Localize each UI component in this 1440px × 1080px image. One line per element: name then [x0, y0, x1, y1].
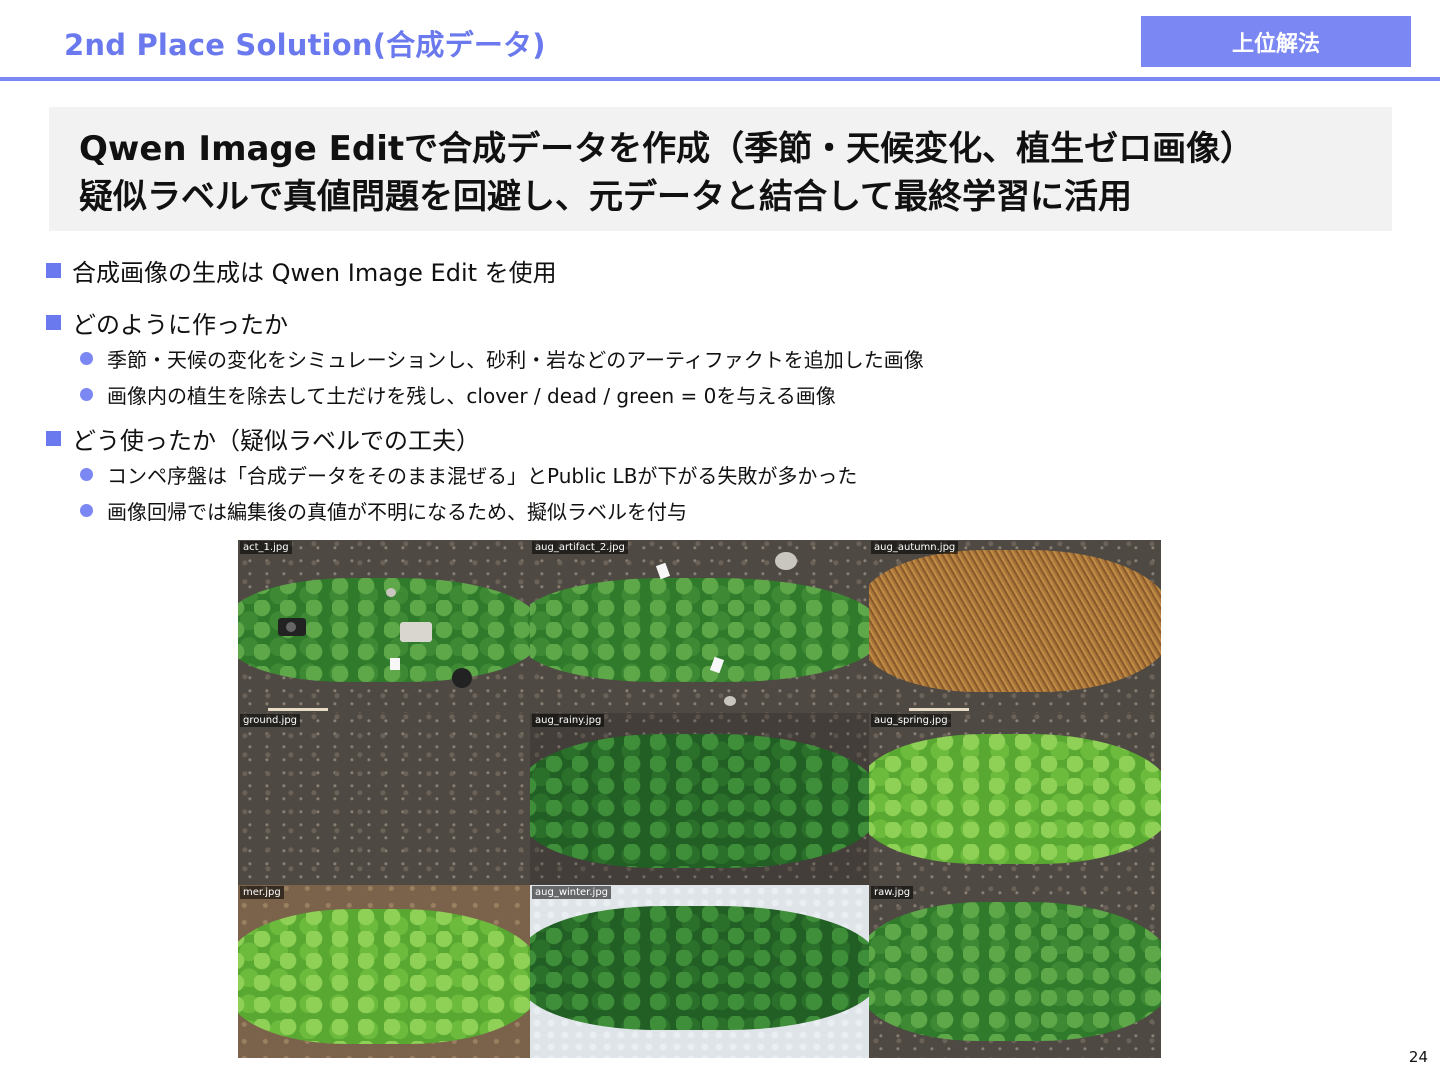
- image-tile-artifact-2: aug_artifact_2.jpg: [530, 540, 869, 713]
- sub-bullet-season-weather: 季節・天候の変化をシミュレーションし、砂利・岩などのアーティファクトを追加した画…: [46, 340, 1246, 376]
- augmented-image-grid: act_1.jpg aug_artifact_2.jpg aug_autumn.…: [238, 540, 1161, 1058]
- circle-bullet-icon: [80, 467, 93, 481]
- sub-bullet-early-failure: コンペ序盤は「合成データをそのまま混ぜる」とPublic LBが下がる失敗が多か…: [46, 456, 1246, 492]
- sub-bullet-text: 画像内の植生を除去して土だけを残し、clover / dead / green …: [107, 383, 836, 408]
- header-divider: [0, 77, 1440, 81]
- image-filename-label: ground.jpg: [240, 714, 301, 727]
- image-filename-label: aug_rainy.jpg: [532, 714, 605, 727]
- image-filename-label: act_1.jpg: [240, 541, 292, 554]
- image-tile-winter: aug_winter.jpg: [530, 885, 869, 1058]
- sub-bullet-text: コンペ序盤は「合成データをそのまま混ぜる」とPublic LBが下がる失敗が多か…: [107, 463, 858, 488]
- circle-bullet-icon: [80, 351, 93, 365]
- stone-object: [724, 696, 736, 706]
- sub-bullet-vegetation-removal: 画像内の植生を除去して土だけを残し、clover / dead / green …: [46, 376, 1246, 412]
- bullet-text: どう使ったか（疑似ラベルでの工夫）: [72, 426, 480, 455]
- summary-box: Qwen Image Editで合成データを作成（季節・天候変化、植生ゼロ画像）…: [49, 107, 1392, 231]
- square-bullet-icon: [46, 262, 61, 278]
- square-bullet-icon: [46, 430, 61, 446]
- image-tile-raw: raw.jpg: [869, 885, 1161, 1058]
- bullet-generation: 合成画像の生成は Qwen Image Edit を使用: [46, 252, 1246, 288]
- sub-bullet-text: 季節・天候の変化をシミュレーションし、砂利・岩などのアーティファクトを追加した画…: [107, 347, 924, 372]
- circle-bullet-icon: [80, 503, 93, 517]
- stone-object: [775, 552, 797, 570]
- image-filename-label: raw.jpg: [871, 886, 914, 899]
- image-tile-artifact-1: act_1.jpg: [238, 540, 530, 713]
- section-tag-badge: 上位解法: [1141, 16, 1411, 67]
- circle-bullet-icon: [80, 387, 93, 401]
- image-tile-spring: aug_spring.jpg: [869, 713, 1161, 885]
- stone-object: [386, 588, 396, 597]
- bullet-how-made: どのように作ったか: [46, 304, 1246, 340]
- slide-title: 2nd Place Solution(合成データ): [64, 28, 546, 62]
- page-number: 24: [1408, 1048, 1428, 1066]
- summary-line-2: 疑似ラベルで真値問題を回避し、元データと結合して最終学習に活用: [79, 177, 1132, 217]
- camera-object: [400, 622, 432, 642]
- bullet-list: 合成画像の生成は Qwen Image Edit を使用 どのように作ったか 季…: [46, 252, 1246, 528]
- camera-object: [278, 618, 306, 636]
- object: [452, 668, 472, 688]
- card-object: [390, 658, 400, 670]
- sub-bullet-pseudo-label: 画像回帰では編集後の真値が不明になるため、擬似ラベルを付与: [46, 492, 1246, 528]
- image-filename-label: aug_winter.jpg: [532, 886, 612, 899]
- square-bullet-icon: [46, 314, 61, 330]
- image-filename-label: aug_autumn.jpg: [871, 541, 959, 554]
- sub-bullet-text: 画像回帰では編集後の真値が不明になるため、擬似ラベルを付与: [107, 499, 687, 524]
- image-tile-summer: mer.jpg: [238, 885, 530, 1058]
- image-tile-ground: ground.jpg: [238, 713, 530, 885]
- bullet-text: 合成画像の生成は Qwen Image Edit を使用: [72, 258, 557, 287]
- bullet-how-used: どう使ったか（疑似ラベルでの工夫）: [46, 420, 1246, 456]
- image-tile-rainy: aug_rainy.jpg: [530, 713, 869, 885]
- summary-line-1: Qwen Image Editで合成データを作成（季節・天候変化、植生ゼロ画像）: [79, 129, 1255, 169]
- image-tile-autumn: aug_autumn.jpg: [869, 540, 1161, 713]
- image-filename-label: aug_spring.jpg: [871, 714, 951, 727]
- image-filename-label: mer.jpg: [240, 886, 284, 899]
- image-filename-label: aug_artifact_2.jpg: [532, 541, 628, 554]
- bullet-text: どのように作ったか: [72, 310, 288, 339]
